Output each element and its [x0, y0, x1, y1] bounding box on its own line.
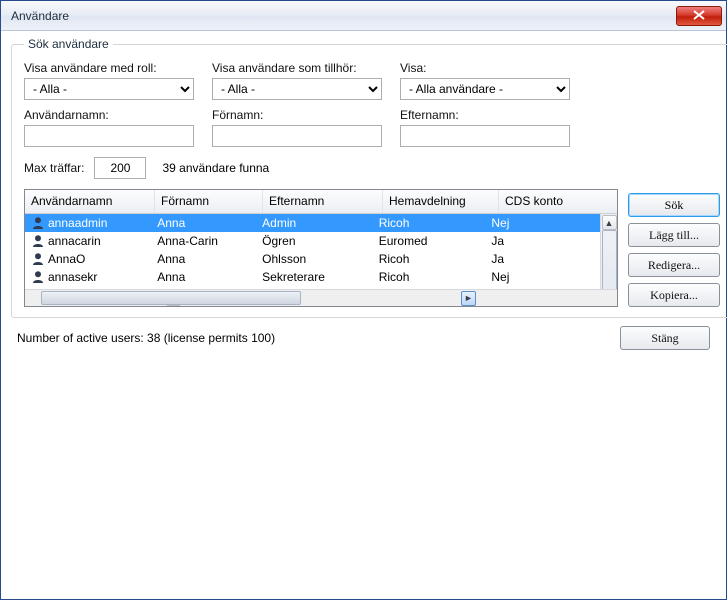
hscroll-thumb[interactable] — [41, 291, 301, 305]
scroll-thumb[interactable] — [602, 230, 617, 289]
cell-department: Ricoh — [373, 252, 486, 266]
cell-cds: Nej — [485, 216, 600, 230]
user-icon — [31, 252, 45, 266]
cell-department: Ricoh — [373, 270, 486, 284]
table-row[interactable]: annasekr AnnaSekreterareRicohNej — [25, 268, 600, 286]
search-fieldset: Sök användare Visa användare med roll: -… — [11, 37, 727, 318]
cell-firstname: Anna — [151, 270, 256, 284]
table-row[interactable]: annacarin Anna-CarinÖgrenEuromedJa — [25, 232, 600, 250]
table-body: annaadminAnnaAdminRicohNejannacarinAnna-… — [25, 214, 617, 289]
scroll-right-icon[interactable]: ► — [461, 291, 476, 306]
username-input[interactable] — [24, 125, 194, 147]
users-table: Användarnamn Förnamn Efternamn Hemavdeln… — [24, 189, 618, 307]
col-username[interactable]: Användarnamn — [25, 190, 155, 213]
cell-firstname: Anna-Carin — [151, 234, 256, 248]
cell-lastname: Ögren — [256, 234, 373, 248]
cell-username: annasekr — [48, 270, 97, 284]
cell-cds: Nej — [485, 270, 600, 284]
role-select[interactable]: - Alla - — [24, 78, 194, 100]
found-count: 39 användare funna — [162, 161, 269, 175]
client-area: Sök användare Visa användare med roll: -… — [1, 31, 726, 599]
window-title: Användare — [11, 9, 69, 23]
maxhits-input[interactable] — [94, 157, 146, 179]
copy-button[interactable]: Kopiera... — [628, 283, 720, 307]
belongs-label: Visa användare som tillhör: — [212, 61, 382, 75]
edit-button[interactable]: Redigera... — [628, 253, 720, 277]
cell-username: annacarin — [48, 234, 101, 248]
lastname-input[interactable] — [400, 125, 570, 147]
cell-cds: Ja — [485, 252, 600, 266]
search-button[interactable]: Sök — [628, 193, 720, 217]
add-button[interactable]: Lägg till... — [628, 223, 720, 247]
close-button[interactable] — [676, 6, 722, 26]
license-status: Number of active users: 38 (license perm… — [17, 331, 275, 345]
belongs-select[interactable]: - Alla - — [212, 78, 382, 100]
col-lastname[interactable]: Efternamn — [263, 190, 383, 213]
cell-lastname: Sekreterare — [256, 270, 373, 284]
cell-lastname: Admin — [256, 216, 373, 230]
scroll-up-icon[interactable]: ▲ — [602, 215, 617, 230]
user-icon — [31, 234, 45, 248]
cell-lastname: Ohlsson — [256, 252, 373, 266]
cell-username: annaadmin — [48, 216, 107, 230]
cell-department: Euromed — [373, 234, 486, 248]
table-header: Användarnamn Förnamn Efternamn Hemavdeln… — [25, 190, 617, 214]
cell-department: Ricoh — [373, 216, 486, 230]
show-label: Visa: — [400, 61, 570, 75]
vertical-scrollbar[interactable]: ▲ ▼ — [600, 214, 617, 289]
cell-firstname: Anna — [151, 216, 256, 230]
cell-firstname: Anna — [151, 252, 256, 266]
firstname-input[interactable] — [212, 125, 382, 147]
search-legend: Sök användare — [24, 37, 113, 51]
col-cds[interactable]: CDS konto — [499, 190, 617, 213]
dialog-window: Användare Sök användare Visa användare m… — [0, 0, 727, 600]
action-buttons: Sök Lägg till... Redigera... Kopiera... — [628, 189, 720, 307]
role-label: Visa användare med roll: — [24, 61, 194, 75]
maxhits-label: Max träffar: — [24, 161, 84, 175]
user-icon — [31, 270, 45, 284]
firstname-label: Förnamn: — [212, 108, 382, 122]
col-department[interactable]: Hemavdelning — [383, 190, 499, 213]
lastname-label: Efternamn: — [400, 108, 570, 122]
cell-username: AnnaO — [48, 252, 85, 266]
horizontal-scrollbar[interactable]: ◄ ► — [25, 289, 617, 306]
close-dialog-button[interactable]: Stäng — [620, 326, 710, 350]
table-row[interactable]: annaadmin AnnaAdminRicohNej — [25, 214, 600, 232]
footer: Number of active users: 38 (license perm… — [11, 318, 716, 352]
titlebar: Användare — [1, 1, 726, 31]
username-label: Användarnamn: — [24, 108, 194, 122]
table-row[interactable]: AnnaO AnnaOhlssonRicohJa — [25, 250, 600, 268]
close-icon — [693, 9, 705, 23]
cell-cds: Ja — [485, 234, 600, 248]
show-select[interactable]: - Alla användare - — [400, 78, 570, 100]
user-icon — [31, 216, 45, 230]
col-firstname[interactable]: Förnamn — [155, 190, 263, 213]
